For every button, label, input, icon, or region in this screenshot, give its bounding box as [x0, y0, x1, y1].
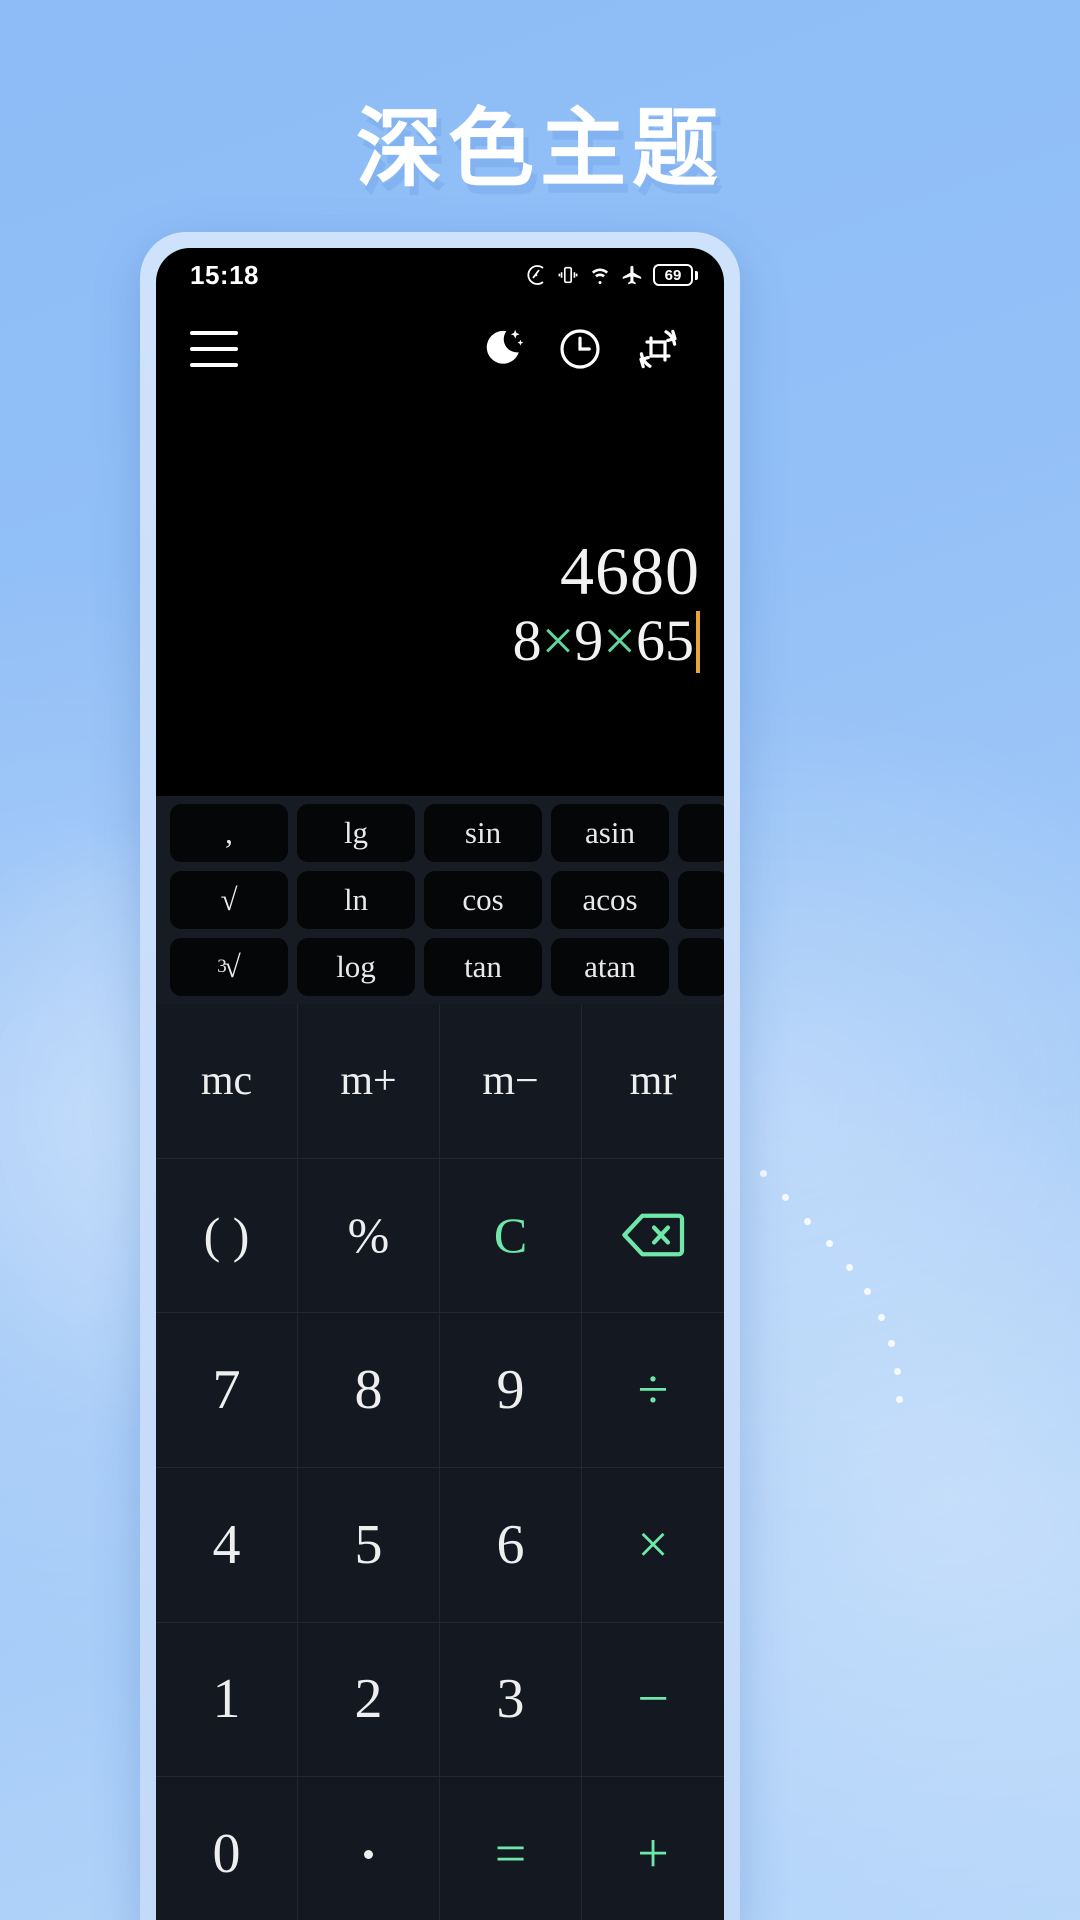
key-1[interactable]: 1 — [156, 1622, 298, 1778]
battery-cap — [695, 270, 698, 280]
key-minus[interactable]: − — [582, 1623, 724, 1778]
key-parentheses[interactable]: ( ) — [156, 1158, 298, 1314]
key-memory-clear[interactable]: mc — [156, 1004, 298, 1159]
sci-key-atan[interactable]: atan — [551, 938, 669, 996]
key-2[interactable]: 2 — [298, 1622, 440, 1778]
key-8[interactable]: 8 — [298, 1313, 440, 1468]
key-6[interactable]: 6 — [440, 1468, 582, 1623]
dnd-icon — [524, 263, 548, 287]
status-time: 15:18 — [190, 259, 259, 290]
sci-key-[interactable]: 3 √ — [170, 938, 288, 996]
sci-key-log[interactable]: log — [297, 938, 415, 996]
battery-level: 69 — [653, 264, 693, 286]
status-icon-group: 69 — [524, 263, 698, 287]
key-3[interactable]: 3 — [440, 1622, 582, 1778]
moon-icon[interactable] — [474, 321, 530, 377]
key-plus[interactable]: + — [582, 1777, 724, 1920]
scientific-row: 3 √ log tan atan — [162, 938, 724, 996]
vibrate-icon — [557, 264, 579, 286]
wifi-icon — [588, 264, 612, 286]
sci-key-tan[interactable]: tan — [424, 938, 542, 996]
status-bar: 15:18 69 — [156, 248, 724, 302]
expression-operand: 65 — [636, 608, 694, 674]
key-percent[interactable]: % — [298, 1158, 440, 1314]
sci-key-acos[interactable]: acos — [551, 871, 669, 929]
key-backspace[interactable] — [582, 1159, 724, 1314]
display-result: 4680 — [560, 533, 700, 609]
expression-operator: × — [603, 608, 636, 674]
background-dot — [864, 1288, 871, 1295]
phone-frame: 15:18 69 4680 8 × 9 × 65 , lg sin asin √… — [140, 232, 740, 1920]
sci-key-lg[interactable]: lg — [297, 804, 415, 862]
key-4[interactable]: 4 — [156, 1468, 298, 1623]
menu-icon[interactable] — [190, 331, 238, 367]
key-decimal[interactable] — [298, 1777, 440, 1920]
sci-key-sin[interactable]: sin — [424, 804, 542, 862]
key-memory-add[interactable]: m+ — [298, 1004, 440, 1159]
key-7[interactable]: 7 — [156, 1313, 298, 1468]
sci-key-[interactable]: , — [170, 804, 288, 862]
background-dot — [888, 1340, 895, 1347]
background-dot — [846, 1264, 853, 1271]
battery-icon: 69 — [653, 264, 698, 286]
background-dot-trail — [760, 1160, 1020, 1420]
key-divide[interactable]: ÷ — [582, 1313, 724, 1468]
history-icon[interactable] — [552, 321, 608, 377]
key-memory-subtract[interactable]: m− — [440, 1004, 582, 1159]
page-title: 深色主题 — [356, 99, 724, 199]
app-toolbar — [156, 302, 724, 396]
background-dot — [878, 1314, 885, 1321]
key-memory-recall[interactable]: mr — [582, 1004, 724, 1159]
key-9[interactable]: 9 — [440, 1313, 582, 1468]
scientific-row: √ ln cos acos — [162, 871, 724, 929]
airplane-icon — [621, 264, 644, 287]
background-dot — [826, 1240, 833, 1247]
text-cursor — [696, 610, 700, 673]
sci-key-ln[interactable]: ln — [297, 871, 415, 929]
scientific-keypad: , lg sin asin √ ln cos acos 3 √ log tan atan — [156, 796, 724, 1004]
calculator-display: 4680 8 × 9 × 65 — [156, 396, 724, 796]
background-dot — [782, 1194, 789, 1201]
main-keypad: mc m+ m− mr ( )% C 7 8 9 ÷ 4 5 6 × 1 2 3− 0 = + — [156, 1004, 724, 1920]
expression-operator: × — [541, 608, 575, 674]
expression-operand: 9 — [574, 608, 604, 674]
display-expression[interactable]: 8 × 9 × 65 — [512, 608, 700, 674]
decimal-dot — [364, 1849, 373, 1859]
sci-key-asin[interactable]: asin — [551, 804, 669, 862]
scientific-row: , lg sin asin — [162, 804, 724, 862]
key-5[interactable]: 5 — [298, 1468, 440, 1623]
background-dot — [894, 1368, 901, 1375]
key-0[interactable]: 0 — [156, 1777, 298, 1920]
sci-key-overflow[interactable] — [678, 871, 724, 929]
phone-screen: 15:18 69 4680 8 × 9 × 65 , lg sin asin √… — [156, 248, 724, 1920]
sci-key-overflow[interactable] — [678, 938, 724, 996]
sci-key-overflow[interactable] — [678, 804, 724, 862]
key-equals[interactable]: = — [440, 1777, 582, 1920]
sci-key-[interactable]: √ — [170, 871, 288, 929]
background-dot — [896, 1396, 903, 1403]
expression-operand: 8 — [512, 608, 542, 674]
key-clear[interactable]: C — [440, 1158, 582, 1314]
background-dot — [760, 1170, 767, 1177]
sci-key-cos[interactable]: cos — [424, 871, 542, 929]
key-multiply[interactable]: × — [582, 1468, 724, 1623]
background-dot — [804, 1218, 811, 1225]
screenshot-crop-icon[interactable] — [630, 321, 686, 377]
